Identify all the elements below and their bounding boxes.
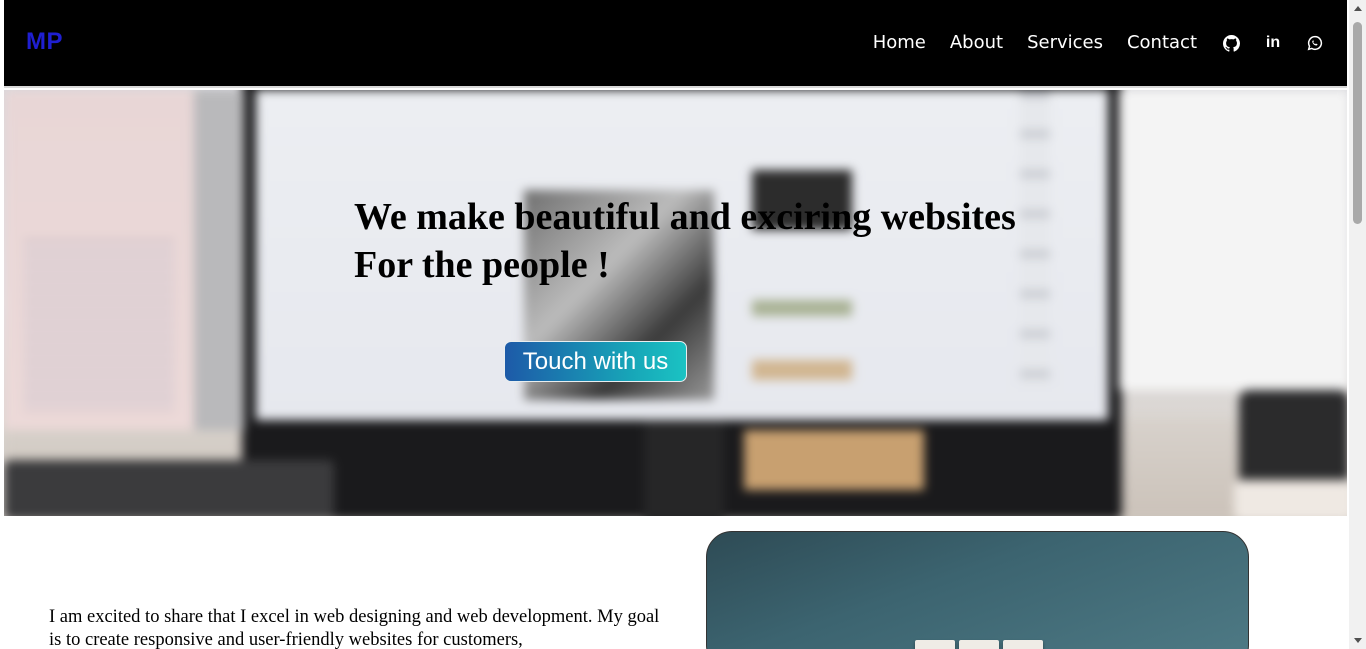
- navbar: MP Home About Services Contact in: [4, 0, 1347, 88]
- about-text: I am excited to share that I excel in we…: [49, 607, 660, 649]
- page: MP Home About Services Contact in We mak…: [4, 0, 1347, 649]
- scrollbar-thumb[interactable]: [1353, 22, 1362, 224]
- nav-link-about[interactable]: About: [950, 30, 1003, 56]
- linkedin-icon[interactable]: in: [1263, 30, 1283, 56]
- hero-title: We make beautiful and exciring websites …: [354, 196, 1016, 286]
- letter-tiles: [915, 640, 1043, 649]
- touch-with-us-button[interactable]: Touch with us: [504, 341, 687, 382]
- hero-background-image: [4, 90, 1347, 516]
- nav-link-home[interactable]: Home: [873, 30, 926, 56]
- logo[interactable]: MP: [26, 28, 63, 56]
- nav-link-contact[interactable]: Contact: [1127, 30, 1197, 56]
- page-scrollbar[interactable]: [1349, 0, 1366, 649]
- hero-banner: We make beautiful and exciring websites …: [4, 90, 1347, 516]
- nav-links: Home About Services Contact in: [873, 30, 1347, 56]
- scroll-down-arrow-icon[interactable]: [1349, 632, 1366, 649]
- about-image: [706, 531, 1249, 649]
- linkedin-glyph: in: [1265, 34, 1281, 51]
- github-icon[interactable]: [1221, 30, 1241, 56]
- whatsapp-icon[interactable]: [1305, 30, 1325, 56]
- nav-link-services[interactable]: Services: [1027, 30, 1103, 56]
- scroll-up-arrow-icon[interactable]: [1349, 0, 1366, 17]
